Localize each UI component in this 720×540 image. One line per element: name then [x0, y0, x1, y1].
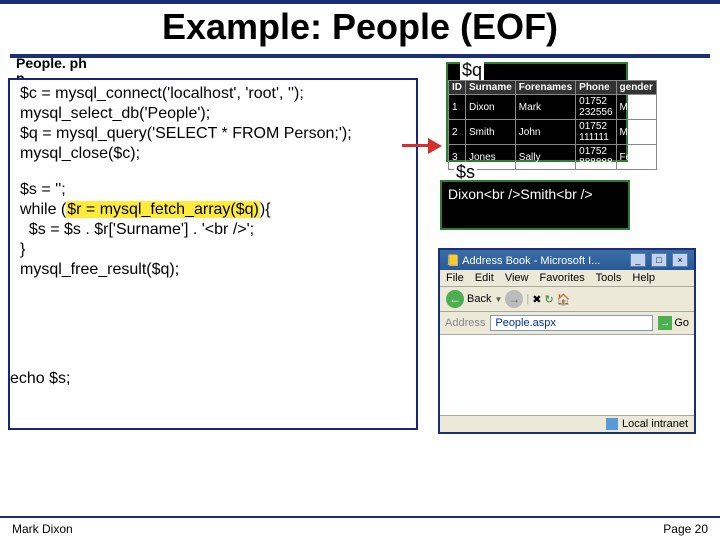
back-label[interactable]: Back — [467, 293, 491, 305]
table-header-row: ID Surname Forenames Phone gender — [449, 81, 657, 95]
blank-line — [20, 164, 410, 180]
code-line: $s = ''; — [20, 180, 410, 200]
s-output-box: Dixon<br />Smith<br /> — [440, 180, 630, 230]
code-line: mysql_close($c); — [20, 144, 410, 164]
menu-view[interactable]: View — [505, 272, 529, 284]
home-icon[interactable]: 🏠 — [557, 293, 571, 306]
table-row: 3 Jones Sally 01752 888888 Female — [449, 145, 657, 170]
browser-statusbar: Local intranet — [440, 415, 694, 432]
highlighted-code: $r = mysql_fetch_array($q) — [66, 201, 260, 218]
col-header: gender — [616, 81, 656, 95]
table-row: 1 Dixon Mark 01752 232556 Male — [449, 95, 657, 120]
stop-icon[interactable]: ✖ — [532, 293, 541, 306]
col-header: Phone — [576, 81, 616, 95]
page-icon: 📒 — [446, 255, 460, 267]
col-header: Surname — [466, 81, 516, 95]
cell: Male — [616, 120, 656, 145]
browser-menubar: File Edit View Favorites Tools Help — [440, 270, 694, 287]
go-button[interactable]: → Go — [658, 316, 689, 330]
code-line: while ($r = mysql_fetch_array($q)){ — [20, 200, 410, 220]
address-label: Address — [445, 317, 485, 329]
menu-favorites[interactable]: Favorites — [540, 272, 585, 284]
code-line: mysql_select_db('People'); — [20, 104, 410, 124]
browser-content — [440, 335, 694, 415]
close-button[interactable]: × — [672, 253, 688, 267]
result-table: ID Surname Forenames Phone gender 1 Dixo… — [448, 80, 657, 170]
code-fragment: while ( — [20, 201, 66, 218]
address-input[interactable]: People.aspx — [490, 315, 653, 331]
cell: Sally — [515, 145, 575, 170]
code-line: mysql_free_result($q); — [20, 260, 410, 280]
zone-label: Local intranet — [622, 418, 688, 430]
cell: Female — [616, 145, 656, 170]
dropdown-icon[interactable]: ▼ — [494, 295, 502, 304]
slide-title: Example: People (EOF) — [0, 6, 720, 48]
browser-title: Address Book - Microsoft I... — [462, 255, 600, 267]
cell: 01752 232556 — [576, 95, 616, 120]
code-line: $s = $s . $r['Surname'] . '<br />'; — [20, 220, 410, 240]
window-buttons: _ □ × — [628, 253, 688, 267]
separator: | — [526, 293, 529, 305]
browser-window: 📒 Address Book - Microsoft I... _ □ × Fi… — [438, 248, 696, 434]
cell: 01752 888888 — [576, 145, 616, 170]
back-icon[interactable]: ← — [446, 290, 464, 308]
top-accent-bar — [0, 0, 720, 4]
q-variable-label: $q — [460, 60, 484, 81]
zone-icon — [606, 418, 618, 430]
col-header: Forenames — [515, 81, 575, 95]
cell: John — [515, 120, 575, 145]
cell: Dixon — [466, 95, 516, 120]
menu-edit[interactable]: Edit — [475, 272, 494, 284]
address-bar: Address People.aspx → Go — [440, 312, 694, 335]
go-label: Go — [674, 317, 689, 329]
menu-help[interactable]: Help — [632, 272, 655, 284]
cell: Male — [616, 95, 656, 120]
menu-tools[interactable]: Tools — [596, 272, 622, 284]
cell: 1 — [449, 95, 466, 120]
table-row: 2 Smith John 01752 111111 Male — [449, 120, 657, 145]
minimize-button[interactable]: _ — [630, 253, 646, 267]
arrow-icon — [402, 138, 442, 154]
cell: Smith — [466, 120, 516, 145]
browser-toolbar: ← Back ▼ → | ✖ ↻ 🏠 — [440, 287, 694, 312]
cell: 2 — [449, 120, 466, 145]
slide-footer: Mark Dixon Page 20 — [0, 516, 720, 540]
col-header: ID — [449, 81, 466, 95]
browser-titlebar: 📒 Address Book - Microsoft I... _ □ × — [440, 250, 694, 270]
footer-author: Mark Dixon — [12, 522, 73, 536]
code-fragment: ){ — [260, 201, 271, 218]
title-underline — [10, 54, 710, 58]
maximize-button[interactable]: □ — [651, 253, 667, 267]
footer-page: Page 20 — [663, 522, 708, 536]
code-echo-line: echo $s; — [10, 370, 70, 388]
cell: 01752 111111 — [576, 120, 616, 145]
code-line: } — [20, 240, 410, 260]
go-icon: → — [658, 316, 672, 330]
code-line: $c = mysql_connect('localhost', 'root', … — [20, 84, 410, 104]
cell: Mark — [515, 95, 575, 120]
code-line: $q = mysql_query('SELECT * FROM Person;'… — [20, 124, 410, 144]
menu-file[interactable]: File — [446, 272, 464, 284]
refresh-icon[interactable]: ↻ — [544, 293, 553, 306]
forward-icon: → — [505, 290, 523, 308]
